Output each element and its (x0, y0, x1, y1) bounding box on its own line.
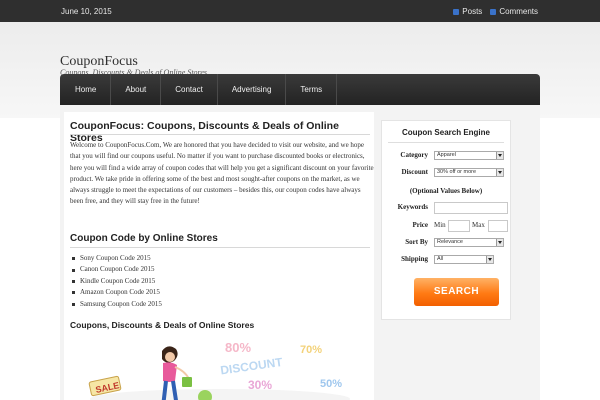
posts-feed-label: Posts (462, 7, 483, 16)
comments-feed-label: Comments (499, 7, 538, 16)
shipping-label: Shipping (401, 255, 428, 263)
divider (70, 247, 370, 248)
welcome-text: Welcome to CouponFocus.Com, We are honor… (70, 141, 374, 206)
list-item[interactable]: Amazon Coupon Code 2015 (72, 287, 162, 298)
discount-select[interactable]: 30% off or more (434, 168, 504, 177)
rss-icon (490, 8, 497, 15)
date-label: June 10, 2015 (61, 7, 112, 16)
max-price-input[interactable] (488, 220, 508, 232)
keywords-input[interactable] (434, 202, 508, 214)
nav-item-advertising[interactable]: Advertising (218, 74, 287, 105)
nav-item-home[interactable]: Home (60, 74, 112, 105)
divider (388, 142, 504, 143)
max-label: Max (472, 221, 485, 229)
main-column: CouponFocus: Coupons, Discounts & Deals … (64, 112, 374, 400)
nav-item-contact[interactable]: Contact (161, 74, 218, 105)
main-nav: Home About Contact Advertising Terms (60, 74, 540, 105)
store-link-canon[interactable]: Canon Coupon Code 2015 (80, 264, 154, 275)
category-label: Category (400, 151, 428, 159)
category-value: Apparel (437, 152, 456, 158)
store-link-amazon[interactable]: Amazon Coupon Code 2015 (80, 287, 160, 298)
optional-values-label: (Optional Values Below) (409, 187, 483, 195)
bullet-icon (72, 257, 75, 261)
bullet-icon (72, 280, 75, 284)
discount-value: 30% off or more (437, 169, 477, 175)
store-link-sony[interactable]: Sony Coupon Code 2015 (80, 253, 151, 264)
banner-discount-text: DISCOUNT (219, 355, 284, 378)
bullet-icon (72, 302, 75, 306)
shipping-select[interactable]: All (434, 255, 494, 264)
divider (70, 134, 370, 135)
list-item[interactable]: Sony Coupon Code 2015 (72, 253, 162, 264)
banner-30-text: 30% (248, 378, 272, 392)
top-bar: June 10, 2015 Posts Comments (0, 0, 600, 22)
search-button[interactable]: SEARCH (414, 278, 499, 306)
store-list: Sony Coupon Code 2015 Canon Coupon Code … (72, 253, 162, 310)
chevron-down-icon (486, 256, 493, 263)
coupon-search-widget: Coupon Search Engine Category Apparel Di… (381, 120, 511, 320)
min-label: Min (434, 221, 446, 229)
banner-80-text: 80% (225, 340, 251, 355)
coupon-code-heading: Coupon Code by Online Stores (70, 233, 218, 244)
bullet-icon (72, 291, 75, 295)
shipping-value: All (437, 256, 444, 262)
rss-icon (453, 8, 460, 15)
nav-item-about[interactable]: About (111, 74, 162, 105)
banner-50-text: 50% (320, 378, 342, 390)
sort-by-select[interactable]: Relevance (434, 238, 504, 247)
list-item[interactable]: Samsung Coupon Code 2015 (72, 299, 162, 310)
keywords-label: Keywords (397, 203, 428, 211)
store-link-kindle[interactable]: Kindle Coupon Code 2015 (80, 276, 155, 287)
discount-label: Discount (401, 168, 428, 176)
bullet-icon (72, 268, 75, 272)
comments-feed-link[interactable]: Comments (490, 7, 538, 16)
chevron-down-icon (496, 152, 503, 159)
posts-feed-link[interactable]: Posts (453, 7, 482, 16)
banner-70-text: 70% (300, 344, 322, 356)
price-label: Price (412, 221, 428, 229)
sort-by-value: Relevance (437, 239, 463, 245)
feed-links: Posts Comments (453, 7, 538, 16)
min-price-input[interactable] (448, 220, 470, 232)
store-link-samsung[interactable]: Samsung Coupon Code 2015 (80, 299, 162, 310)
chevron-down-icon (496, 169, 503, 176)
content-area: CouponFocus: Coupons, Discounts & Deals … (60, 105, 540, 400)
chevron-down-icon (496, 239, 503, 246)
list-item[interactable]: Canon Coupon Code 2015 (72, 264, 162, 275)
nav-item-terms[interactable]: Terms (286, 74, 338, 105)
promo-banner-image: SALE 80% DISCOUNT 70% 30% 50% (88, 340, 350, 400)
widget-title: Coupon Search Engine (401, 128, 490, 137)
sort-by-label: Sort By (405, 238, 428, 246)
category-select[interactable]: Apparel (434, 151, 504, 160)
list-item[interactable]: Kindle Coupon Code 2015 (72, 276, 162, 287)
deals-heading: Coupons, Discounts & Deals of Online Sto… (70, 320, 255, 330)
